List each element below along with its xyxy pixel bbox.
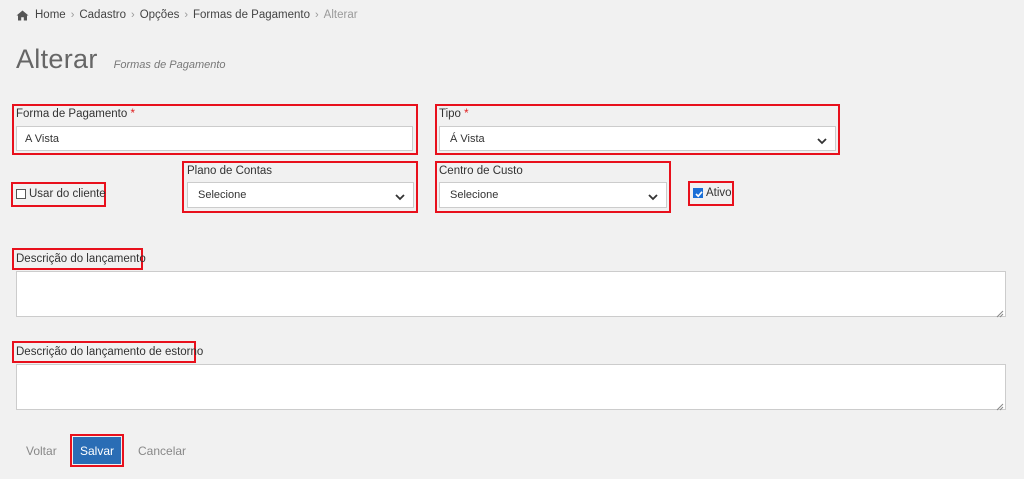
tipo-label: Tipo * bbox=[439, 108, 469, 120]
descricao-textarea[interactable] bbox=[16, 271, 1006, 318]
salvar-button[interactable]: Salvar bbox=[73, 437, 121, 464]
resize-handle-icon[interactable] bbox=[996, 400, 1004, 411]
breadcrumb-separator: › bbox=[70, 9, 75, 21]
breadcrumb-separator: › bbox=[184, 9, 189, 21]
forma-pagamento-value: A Vista bbox=[25, 132, 60, 145]
breadcrumb-home[interactable]: Home bbox=[35, 9, 66, 21]
checkbox-unchecked[interactable] bbox=[16, 189, 26, 199]
descricao-estorno-textarea[interactable] bbox=[16, 364, 1006, 411]
home-icon[interactable] bbox=[16, 10, 29, 21]
breadcrumb-current: Alterar bbox=[323, 9, 358, 21]
chevron-down-icon bbox=[817, 136, 827, 144]
page: Home › Cadastro › Opções › Formas de Pag… bbox=[0, 0, 1024, 479]
breadcrumb-opcoes[interactable]: Opções bbox=[140, 9, 180, 21]
voltar-button[interactable]: Voltar bbox=[26, 444, 57, 458]
centro-custo-select[interactable]: Selecione bbox=[439, 182, 667, 208]
usar-cliente-checkbox[interactable]: Usar do cliente bbox=[16, 188, 106, 200]
breadcrumb-separator: › bbox=[315, 9, 319, 21]
plano-contas-label: Plano de Contas bbox=[187, 165, 273, 177]
page-title: Alterar bbox=[16, 44, 98, 74]
descricao-estorno-label: Descrição do lançamento de estorno bbox=[16, 346, 204, 358]
breadcrumb-separator: › bbox=[131, 9, 135, 21]
breadcrumb-formas-pagamento[interactable]: Formas de Pagamento bbox=[193, 9, 310, 21]
resize-handle-icon[interactable] bbox=[996, 307, 1004, 318]
cancelar-button[interactable]: Cancelar bbox=[138, 444, 186, 458]
usar-cliente-label: Usar do cliente bbox=[29, 188, 106, 200]
ativo-label: Ativo bbox=[706, 187, 732, 199]
page-subtitle: Formas de Pagamento bbox=[113, 59, 226, 71]
tipo-value: Á Vista bbox=[450, 132, 485, 145]
chevron-down-icon bbox=[648, 192, 658, 201]
chevron-down-icon bbox=[395, 192, 405, 201]
plano-contas-select[interactable]: Selecione bbox=[187, 182, 414, 208]
centro-custo-label: Centro de Custo bbox=[439, 165, 523, 177]
forma-pagamento-input[interactable]: A Vista bbox=[16, 126, 413, 151]
breadcrumb: Home › Cadastro › Opções › Formas de Pag… bbox=[16, 9, 358, 21]
forma-pagamento-label: Forma de Pagamento * bbox=[16, 108, 135, 120]
checkbox-checked-icon[interactable] bbox=[693, 188, 703, 198]
breadcrumb-cadastro[interactable]: Cadastro bbox=[79, 9, 126, 21]
tipo-select[interactable]: Á Vista bbox=[439, 126, 836, 151]
page-header: Alterar Formas de Pagamento bbox=[16, 44, 226, 75]
plano-contas-value: Selecione bbox=[198, 189, 247, 201]
ativo-checkbox[interactable]: Ativo bbox=[693, 187, 732, 199]
descricao-label: Descrição do lançamento bbox=[16, 253, 146, 265]
centro-custo-value: Selecione bbox=[450, 189, 499, 201]
